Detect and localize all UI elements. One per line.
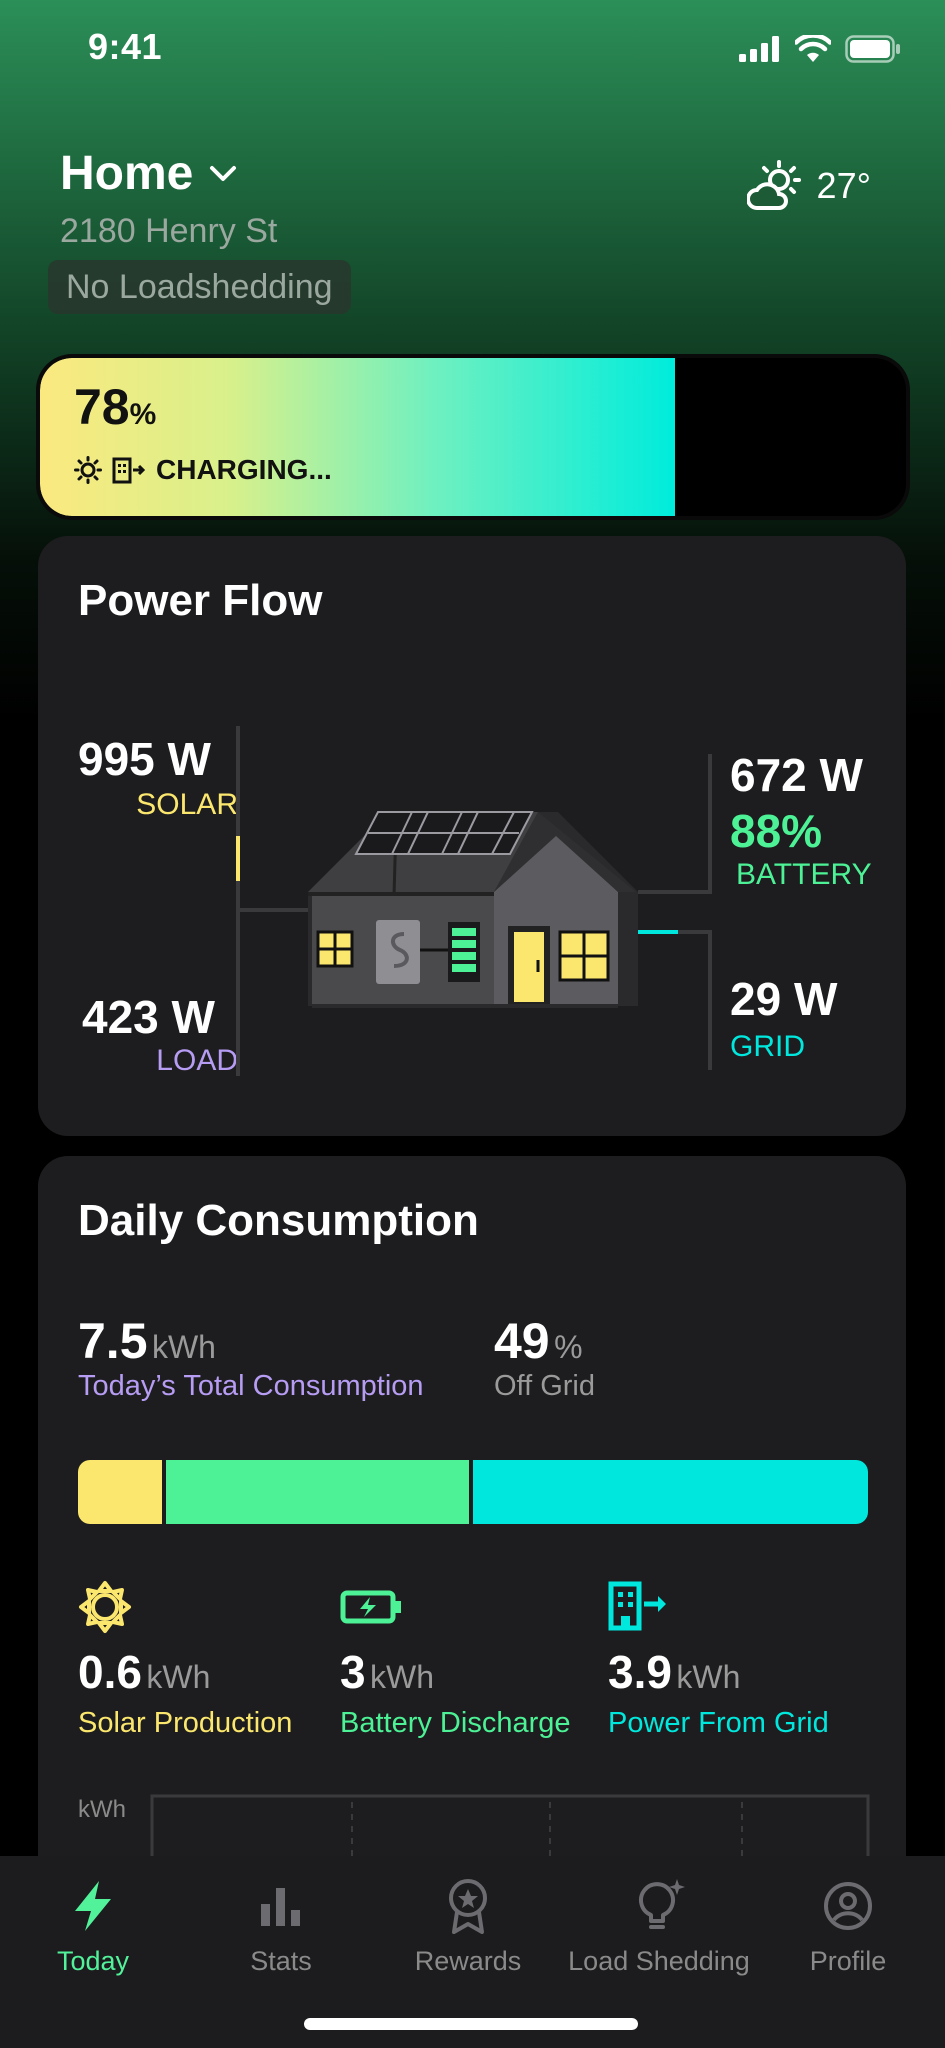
location-name: Home [60, 147, 194, 200]
breakdown-segment-2 [165, 1460, 470, 1524]
status-icons [739, 34, 901, 64]
battery-charge-bar[interactable]: 78% CHARGING... [40, 358, 906, 516]
tab-profile[interactable]: Profile [758, 1874, 938, 1977]
breakdown-segment-3 [473, 1460, 868, 1524]
daily-consumption-title: Daily Consumption [78, 1196, 479, 1245]
charging-status-text: CHARGING... [156, 454, 332, 485]
tab-profile-label: Profile [809, 1946, 887, 1976]
stat-grid-label: Power From Grid [608, 1707, 829, 1739]
medal-icon [449, 1879, 487, 1934]
tab-rewards[interactable]: Rewards [378, 1874, 558, 1977]
house-illustration [236, 726, 712, 1076]
off-grid-label: Off Grid [494, 1370, 595, 1402]
stat-battery: 3 kWh Battery Discharge [340, 1580, 571, 1740]
profile-icon [824, 1882, 872, 1930]
tab-stats[interactable]: Stats [191, 1874, 371, 1977]
location-selector[interactable]: Home [60, 146, 237, 201]
battery-charging-icon [340, 1590, 401, 1624]
lightbulb-icon [639, 1879, 685, 1929]
signal-icon [739, 36, 779, 62]
sun-icon [79, 1581, 131, 1633]
bolt-icon [75, 1881, 111, 1931]
off-grid-value: 49 % [494, 1313, 583, 1369]
tab-today-label: Today [56, 1946, 130, 1976]
stat-solar-label: Solar Production [78, 1707, 293, 1739]
chart-axis-label: kWh [78, 1796, 126, 1823]
partly-sunny-icon [746, 160, 801, 210]
tab-load-shedding-label: Load Shedding [568, 1946, 750, 1976]
tab-rewards-label: Rewards [414, 1946, 522, 1976]
stat-solar: 0.6 kWh Solar Production [78, 1580, 292, 1740]
tab-load-shedding[interactable]: Load Shedding [567, 1874, 751, 1977]
tab-stats-label: Stats [250, 1946, 312, 1976]
total-consumption-label: Today’s Total Consumption [78, 1370, 424, 1402]
building-arrow-icon [112, 457, 146, 484]
bar-chart-icon [261, 1888, 300, 1926]
home-indicator [304, 2018, 638, 2030]
location-address: 2180 Henry St [60, 212, 278, 250]
building-arrow-icon [608, 1581, 666, 1631]
battery-status-icon [845, 35, 900, 63]
daily-consumption-card[interactable]: Daily Consumption 7.5 kWh Today’s Total … [38, 1156, 906, 1916]
breakdown-segment-1 [78, 1460, 162, 1524]
weather: 27° [746, 160, 871, 212]
power-flow-card[interactable]: Power Flow 995 W SOLAR 423 W LOAD 672 W … [38, 536, 906, 1136]
loadshedding-badge: No Loadshedding [48, 260, 351, 314]
status-time: 9:41 [88, 26, 163, 67]
sun-icon [74, 456, 102, 484]
tab-today[interactable]: Today [3, 1874, 183, 1977]
battery-percent: 78% [74, 379, 157, 435]
battery-status: CHARGING... [74, 454, 332, 486]
wifi-icon [795, 35, 831, 62]
total-consumption-value: 7.5 kWh [78, 1313, 216, 1369]
stat-grid: 3.9 kWh Power From Grid [608, 1580, 829, 1740]
chevron-down-icon [210, 165, 237, 181]
stat-battery-label: Battery Discharge [340, 1707, 571, 1739]
temperature: 27° [816, 165, 871, 206]
consumption-breakdown-bar[interactable] [78, 1460, 868, 1524]
